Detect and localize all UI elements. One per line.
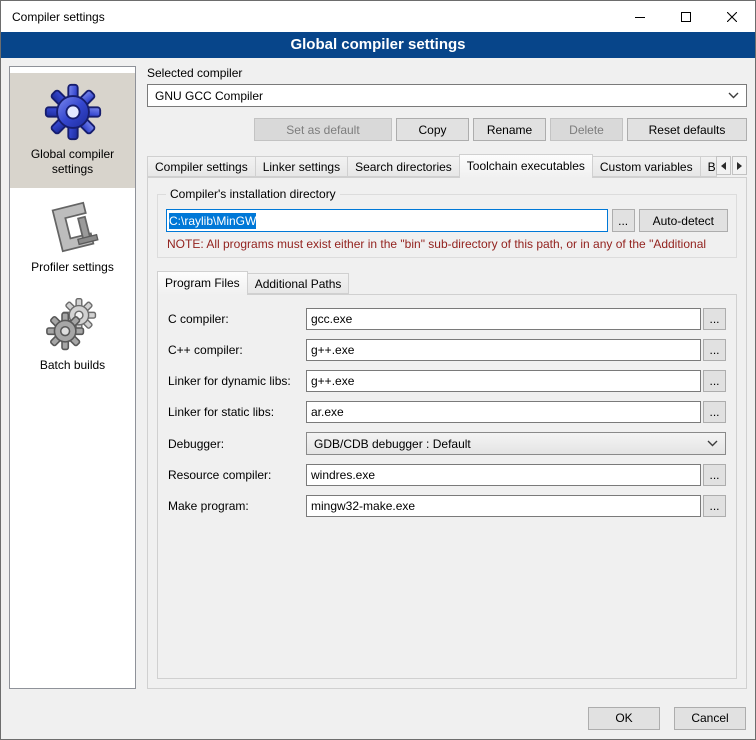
debugger-combobox-value: GDB/CDB debugger : Default [314,437,471,451]
titlebar: Compiler settings [1,1,755,32]
toolchain-executables-panel: Compiler's installation directory C:\ray… [147,177,747,689]
debugger-label: Debugger: [168,437,306,451]
sidebar-item-profiler-settings[interactable]: Profiler settings [10,190,135,286]
set-as-default-button[interactable]: Set as default [254,118,392,141]
window-controls [617,1,755,32]
installation-directory-row: C:\raylib\MinGW ... Auto-detect [166,209,728,232]
compiler-settings-window: Compiler settings Global compiler settin… [0,0,756,740]
gray-gears-icon [45,297,101,353]
form-row-linker-dynamic: Linker for dynamic libs: ... [168,370,726,392]
cpp-compiler-browse-button[interactable]: ... [703,339,726,361]
blue-gear-icon [43,82,103,142]
make-program-browse-button[interactable]: ... [703,495,726,517]
form-row-linker-static: Linker for static libs: ... [168,401,726,423]
tab-custom-variables[interactable]: Custom variables [592,156,701,177]
form-row-make-program: Make program: ... [168,495,726,517]
program-tabstrip: Program Files Additional Paths [157,271,737,294]
chevron-down-icon [728,92,739,99]
ok-button[interactable]: OK [588,707,660,730]
resource-compiler-input[interactable] [306,464,701,486]
form-row-debugger: Debugger: GDB/CDB debugger : Default [168,432,726,455]
dialog-footer: OK Cancel [1,697,755,739]
compiler-combobox-value: GNU GCC Compiler [155,89,263,103]
cancel-button[interactable]: Cancel [674,707,746,730]
delete-button[interactable]: Delete [550,118,623,141]
tab-additional-paths[interactable]: Additional Paths [247,273,350,294]
installation-directory-legend: Compiler's installation directory [166,187,340,201]
settings-tabstrip: Compiler settings Linker settings Search… [147,154,747,177]
close-icon [727,12,737,22]
make-program-input[interactable] [306,495,701,517]
installation-directory-input[interactable]: C:\raylib\MinGW [166,209,608,232]
bin-subdirectory-note: NOTE: All programs must exist either in … [167,237,727,251]
selected-compiler-label: Selected compiler [147,66,747,80]
tab-compiler-settings[interactable]: Compiler settings [147,156,256,177]
tab-program-files[interactable]: Program Files [157,271,248,295]
form-row-resource-compiler: Resource compiler: ... [168,464,726,486]
maximize-button[interactable] [663,1,709,32]
form-row-c-compiler: C compiler: ... [168,308,726,330]
sidebar-item-global-compiler-settings[interactable]: Global compiler settings [10,73,135,188]
maximize-icon [681,12,691,22]
linker-static-input[interactable] [306,401,701,423]
installation-directory-value: C:\raylib\MinGW [169,213,256,229]
installation-directory-browse-button[interactable]: ... [612,209,635,232]
chevron-down-icon [707,440,718,447]
copy-button[interactable]: Copy [396,118,469,141]
arrow-right-icon [736,162,743,170]
sidebar-item-batch-builds[interactable]: Batch builds [10,288,135,384]
c-compiler-browse-button[interactable]: ... [703,308,726,330]
resource-compiler-label: Resource compiler: [168,468,306,482]
program-files-panel: C compiler: ... C++ compiler: ... Linker… [157,294,737,679]
tab-scroll-arrows [716,156,747,175]
tab-scroll-right-button[interactable] [732,156,747,175]
sidebar-item-label: Global compiler settings [31,147,114,176]
tab-scroll-left-button[interactable] [716,156,731,175]
installation-directory-group: Compiler's installation directory C:\ray… [157,194,737,258]
sidebar-item-label: Batch builds [40,358,105,372]
debugger-combobox[interactable]: GDB/CDB debugger : Default [306,432,726,455]
main-pane: Selected compiler GNU GCC Compiler Set a… [147,66,747,689]
gray-clamp-icon [45,199,101,255]
form-row-cpp-compiler: C++ compiler: ... [168,339,726,361]
page-title: Global compiler settings [1,32,755,58]
tab-search-directories[interactable]: Search directories [347,156,460,177]
make-program-label: Make program: [168,499,306,513]
c-compiler-label: C compiler: [168,312,306,326]
tab-toolchain-executables[interactable]: Toolchain executables [459,154,593,178]
rename-button[interactable]: Rename [473,118,546,141]
c-compiler-input[interactable] [306,308,701,330]
dialog-content: Global compiler settings Profiler settin… [1,58,755,697]
compiler-actions: Set as default Copy Rename Delete Reset … [147,118,747,141]
cpp-compiler-input[interactable] [306,339,701,361]
cpp-compiler-label: C++ compiler: [168,343,306,357]
sidebar: Global compiler settings Profiler settin… [9,66,136,689]
arrow-left-icon [720,162,727,170]
window-title: Compiler settings [1,10,105,24]
linker-dynamic-browse-button[interactable]: ... [703,370,726,392]
linker-static-browse-button[interactable]: ... [703,401,726,423]
close-button[interactable] [709,1,755,32]
tab-build-options-truncated[interactable]: Builc [700,156,717,177]
minimize-icon [635,12,645,22]
tab-linker-settings[interactable]: Linker settings [255,156,348,177]
sidebar-item-label: Profiler settings [31,260,114,274]
linker-dynamic-label: Linker for dynamic libs: [168,374,306,388]
minimize-button[interactable] [617,1,663,32]
auto-detect-button[interactable]: Auto-detect [639,209,728,232]
resource-compiler-browse-button[interactable]: ... [703,464,726,486]
linker-dynamic-input[interactable] [306,370,701,392]
compiler-combobox[interactable]: GNU GCC Compiler [147,84,747,107]
linker-static-label: Linker for static libs: [168,405,306,419]
reset-defaults-button[interactable]: Reset defaults [627,118,747,141]
